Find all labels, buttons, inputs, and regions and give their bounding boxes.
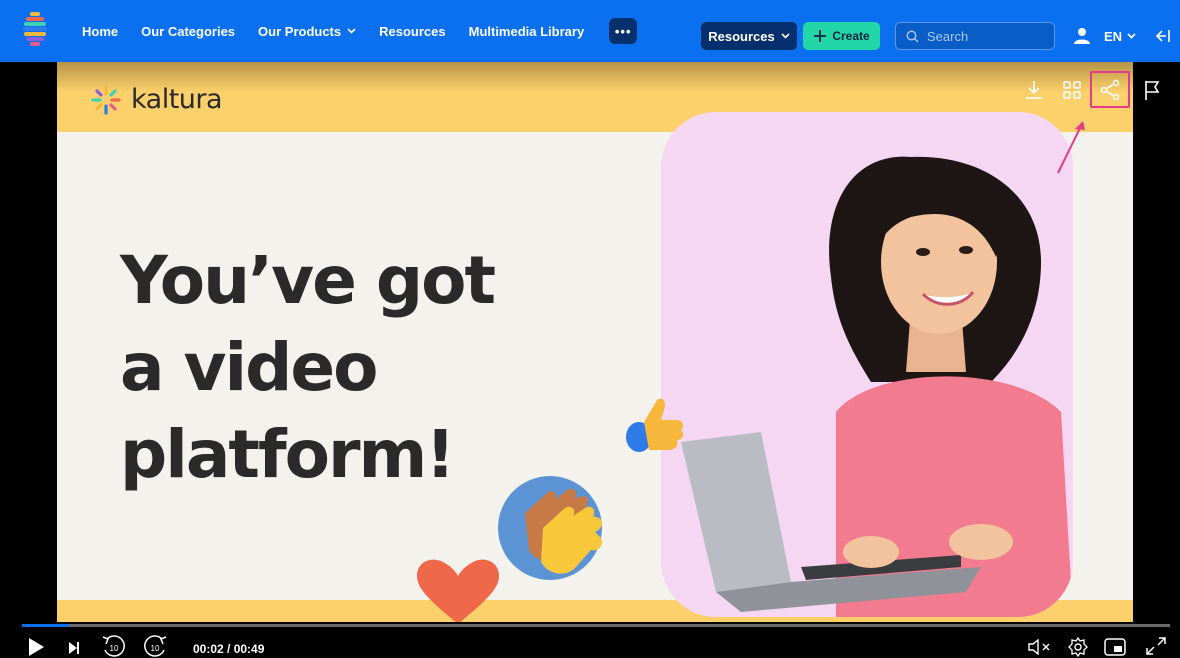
create-button-label: Create xyxy=(832,29,870,43)
headline-line-1: You’ve got xyxy=(120,242,496,319)
resources-dropdown-label: Resources xyxy=(708,28,775,44)
search-icon xyxy=(906,29,919,42)
more-menu-label: ••• xyxy=(614,23,632,39)
pip-icon[interactable] xyxy=(1104,638,1126,656)
progress-bar[interactable] xyxy=(22,624,1170,627)
settings-icon[interactable] xyxy=(1068,637,1088,657)
download-icon[interactable] xyxy=(1023,79,1045,101)
headline-line-2: a video xyxy=(120,329,379,406)
video-frame[interactable]: kaltura You’ve got a video platform! xyxy=(57,62,1133,622)
kaltura-brand: kaltura xyxy=(91,84,223,115)
flag-icon[interactable] xyxy=(1143,79,1161,101)
nav-our-categories[interactable]: Our Categories xyxy=(141,24,235,39)
collapse-back-icon[interactable] xyxy=(1153,27,1171,45)
next-icon[interactable] xyxy=(67,641,81,655)
kaltura-tower-logo-icon[interactable] xyxy=(22,12,48,50)
time-display: 00:02 / 00:49 xyxy=(193,642,265,656)
nav-multimedia-library-label: Multimedia Library xyxy=(468,23,585,39)
kaltura-spark-icon xyxy=(91,84,121,115)
nav-home[interactable]: Home xyxy=(82,24,118,39)
presenter-card xyxy=(661,112,1073,617)
chevron-down-icon xyxy=(1127,33,1136,39)
nav-our-categories-label: Our Categories xyxy=(141,23,236,39)
top-navigation-bar: Home Our Categories Our Products Resourc… xyxy=(0,0,1180,62)
create-button[interactable]: Create xyxy=(803,22,880,50)
nav-our-products[interactable]: Our Products xyxy=(258,24,356,39)
nav-resources-label: Resources xyxy=(379,23,446,39)
nav-home-label: Home xyxy=(82,23,119,39)
kaltura-wordmark: kaltura xyxy=(131,84,223,115)
pointer-arrow-icon xyxy=(1057,121,1085,174)
chevron-down-icon xyxy=(781,33,790,39)
language-selector[interactable]: EN xyxy=(1104,22,1136,50)
play-icon[interactable] xyxy=(26,637,46,657)
share-icon[interactable] xyxy=(1099,79,1121,101)
resources-dropdown-button[interactable]: Resources xyxy=(701,22,797,50)
main-nav: Home Our Categories Our Products Resourc… xyxy=(82,0,638,62)
nav-multimedia-library[interactable]: Multimedia Library xyxy=(469,24,585,39)
nav-resources[interactable]: Resources xyxy=(379,24,445,39)
thumbs-up-icon xyxy=(626,398,684,452)
search-input[interactable]: Search xyxy=(895,22,1055,50)
player-controls: 10 10 00:02 / 00:49 xyxy=(0,628,1180,658)
rewind-10-label: 10 xyxy=(110,644,119,653)
fullscreen-icon[interactable] xyxy=(1145,636,1167,656)
headline-line-3: platform! xyxy=(120,416,455,493)
plus-icon xyxy=(814,30,827,42)
woman-with-laptop-illustration xyxy=(681,156,1073,617)
more-menu-button[interactable]: ••• xyxy=(609,18,638,44)
forward-10-icon[interactable]: 10 xyxy=(142,634,168,658)
chevron-down-icon xyxy=(347,28,356,34)
video-headline: You’ve got a video platform! xyxy=(120,237,496,498)
search-placeholder: Search xyxy=(927,28,969,44)
nav-our-products-label: Our Products xyxy=(258,23,342,39)
clapping-hands-icon xyxy=(498,476,603,580)
user-icon[interactable] xyxy=(1073,27,1091,45)
forward-10-label: 10 xyxy=(151,644,160,653)
heart-icon xyxy=(417,559,499,622)
language-label: EN xyxy=(1104,28,1123,44)
mute-icon[interactable] xyxy=(1027,639,1053,655)
rewind-10-icon[interactable]: 10 xyxy=(101,634,127,658)
progress-bar-fill xyxy=(22,624,70,627)
grid-icon[interactable] xyxy=(1062,80,1082,100)
